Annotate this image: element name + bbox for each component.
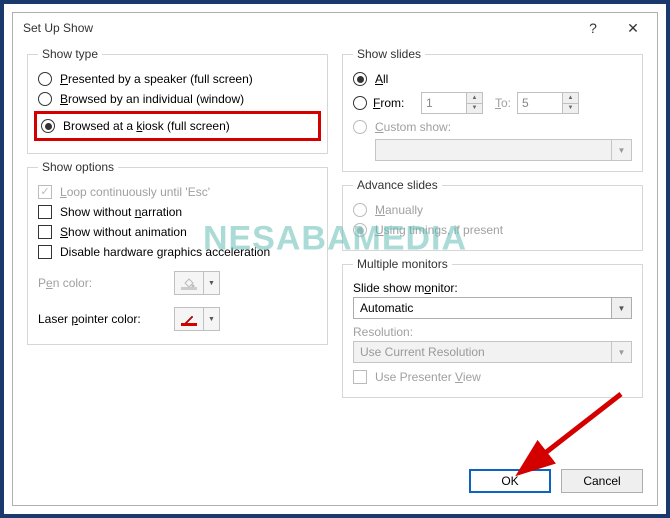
radio-browsed-individual[interactable]: Browsed by an individual (window) <box>38 89 317 109</box>
resolution-combo: Use Current Resolution ▼ <box>353 341 632 363</box>
check-loop: Loop continuously until 'Esc' <box>38 182 317 202</box>
from-input[interactable] <box>421 92 467 114</box>
from-label: From: <box>373 96 415 110</box>
paint-bucket-icon <box>174 271 204 295</box>
ok-button[interactable]: OK <box>469 469 551 493</box>
laser-color-label: Laser pointer color: <box>38 312 168 326</box>
radio-manually: Manually <box>353 200 632 220</box>
check-no-narration[interactable]: Show without narration <box>38 202 317 222</box>
titlebar: Set Up Show ? ✕ <box>13 13 657 43</box>
checkbox-label: Loop continuously until 'Esc' <box>60 185 210 199</box>
help-icon: ? <box>589 20 597 36</box>
checkbox-icon <box>353 370 367 384</box>
radio-icon <box>38 92 52 106</box>
monitor-label: Slide show monitor: <box>353 279 632 297</box>
close-button[interactable]: ✕ <box>613 14 653 42</box>
resolution-label: Resolution: <box>353 319 632 341</box>
radio-label: Manually <box>375 203 423 217</box>
chevron-down-icon: ▼ <box>204 307 220 331</box>
chevron-down-icon: ▼ <box>204 271 220 295</box>
to-label: To: <box>495 96 511 110</box>
checkbox-label: Show without animation <box>60 225 187 239</box>
pen-color-button: ▼ <box>174 271 220 295</box>
radio-icon <box>353 72 367 86</box>
multiple-monitors-legend: Multiple monitors <box>353 257 452 271</box>
multiple-monitors-group: Multiple monitors Slide show monitor: Au… <box>342 257 643 398</box>
dialog-window: Set Up Show ? ✕ Show type Presented by a… <box>12 12 658 506</box>
to-spinner[interactable]: ▲▼ <box>517 92 579 114</box>
advance-slides-group: Advance slides Manually Using timings, i… <box>342 178 643 251</box>
dialog-title: Set Up Show <box>23 21 573 35</box>
check-disable-hw-accel[interactable]: Disable hardware graphics acceleration <box>38 242 317 262</box>
chevron-down-icon: ▼ <box>612 139 632 161</box>
dialog-buttons: OK Cancel <box>13 461 657 505</box>
radio-label: Custom show: <box>375 120 451 134</box>
spin-up-icon[interactable]: ▲ <box>467 93 482 104</box>
checkbox-label: Use Presenter View <box>375 370 481 384</box>
show-options-legend: Show options <box>38 160 118 174</box>
laser-color-button[interactable]: ▼ <box>174 307 220 331</box>
spin-up-icon[interactable]: ▲ <box>563 93 578 104</box>
radio-label: Presented by a speaker (full screen) <box>60 72 253 86</box>
check-no-animation[interactable]: Show without animation <box>38 222 317 242</box>
checkbox-icon <box>38 185 52 199</box>
checkbox-icon <box>38 245 52 259</box>
radio-label: All <box>375 72 388 86</box>
close-icon: ✕ <box>627 20 639 37</box>
radio-label: Browsed by an individual (window) <box>60 92 244 106</box>
show-type-group: Show type Presented by a speaker (full s… <box>27 47 328 154</box>
highlight-annotation: Browsed at a kiosk (full screen) <box>34 111 321 141</box>
radio-presented-speaker[interactable]: Presented by a speaker (full screen) <box>38 69 317 89</box>
custom-show-combo: ▼ <box>375 139 632 161</box>
check-presenter-view: Use Presenter View <box>353 367 632 387</box>
combo-value: Use Current Resolution <box>353 341 612 363</box>
radio-label: Using timings, if present <box>375 223 503 237</box>
advance-slides-legend: Advance slides <box>353 178 442 192</box>
help-button[interactable]: ? <box>573 14 613 42</box>
show-type-legend: Show type <box>38 47 102 61</box>
monitor-combo[interactable]: Automatic ▼ <box>353 297 632 319</box>
pen-color-label: Pen color: <box>38 276 168 290</box>
radio-label: Browsed at a kiosk (full screen) <box>63 119 230 133</box>
radio-icon <box>353 203 367 217</box>
combo-value: Automatic <box>353 297 612 319</box>
radio-icon <box>38 72 52 86</box>
pen-icon <box>174 307 204 331</box>
checkbox-icon <box>38 225 52 239</box>
from-spinner[interactable]: ▲▼ <box>421 92 483 114</box>
radio-from-slides[interactable]: From: ▲▼ To: ▲▼ <box>353 89 632 117</box>
spin-down-icon[interactable]: ▼ <box>467 104 482 114</box>
radio-icon <box>353 96 367 110</box>
cancel-button[interactable]: Cancel <box>561 469 643 493</box>
radio-icon <box>353 120 367 134</box>
combo-value <box>375 139 612 161</box>
chevron-down-icon: ▼ <box>612 297 632 319</box>
show-slides-group: Show slides All From: ▲▼ To: <box>342 47 643 172</box>
radio-icon <box>353 223 367 237</box>
checkbox-label: Show without narration <box>60 205 182 219</box>
chevron-down-icon: ▼ <box>612 341 632 363</box>
checkbox-label: Disable hardware graphics acceleration <box>60 245 270 259</box>
radio-icon <box>41 119 55 133</box>
radio-all-slides[interactable]: All <box>353 69 632 89</box>
show-slides-legend: Show slides <box>353 47 425 61</box>
spin-down-icon[interactable]: ▼ <box>563 104 578 114</box>
radio-using-timings: Using timings, if present <box>353 220 632 240</box>
to-input[interactable] <box>517 92 563 114</box>
radio-custom-show: Custom show: <box>353 117 632 137</box>
show-options-group: Show options Loop continuously until 'Es… <box>27 160 328 345</box>
radio-browsed-kiosk[interactable]: Browsed at a kiosk (full screen) <box>41 116 314 136</box>
checkbox-icon <box>38 205 52 219</box>
